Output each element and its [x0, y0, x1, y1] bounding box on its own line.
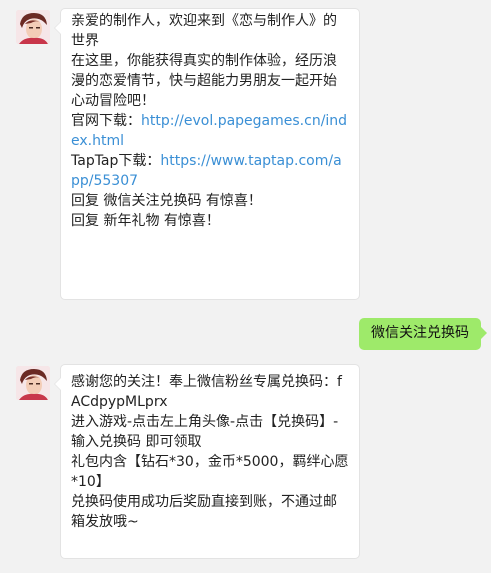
taptap-download-label: TapTap下载： — [71, 153, 161, 169]
incoming-message-bubble: 亲爱的制作人，欢迎来到《恋与制作人》的世界 在这里，你能获得真实的制作体验，经历… — [54, 8, 360, 300]
incoming-message-bubble: 感谢您的关注！奉上微信粉丝专属兑换码：fACdpypMLprx 进入游戏-点击左… — [54, 364, 360, 559]
message-text: 回复 新年礼物 有惊喜！ — [71, 213, 220, 229]
avatar[interactable] — [16, 366, 50, 400]
taptap-download-line: TapTap下载：https://www.taptap.com/app/5530… — [71, 151, 349, 191]
message-text: 进入游戏-点击左上角头像-点击【兑换码】-输入兑换码 即可领取 — [71, 414, 339, 450]
message-text: 在这里，你能获得真实的制作体验，经历浪漫的恋爱情节，快与超能力男朋友一起开始心动… — [71, 53, 337, 109]
message-text: 亲爱的制作人，欢迎来到《恋与制作人》的世界 — [71, 13, 337, 49]
outgoing-message-bubble: 微信关注兑换码 — [359, 318, 487, 350]
message-text: 感谢您的关注！奉上微信粉丝专属兑换码：fACdpypMLprx — [71, 374, 342, 410]
avatar[interactable] — [16, 10, 50, 44]
game-character-avatar-icon — [16, 10, 50, 44]
message-text: 回复 微信关注兑换码 有惊喜！ — [71, 193, 262, 209]
game-character-avatar-icon — [16, 366, 50, 400]
official-download-label: 官网下载： — [71, 113, 141, 129]
message-text: 兑换码使用成功后奖励直接到账，不通过邮箱发放哦~ — [71, 494, 337, 530]
message-text: 礼包内含【钻石*30，金币*5000，羁绊心愿*10】 — [71, 454, 349, 490]
official-download-line: 官网下载：http://evol.papegames.cn/index.html — [71, 111, 349, 151]
